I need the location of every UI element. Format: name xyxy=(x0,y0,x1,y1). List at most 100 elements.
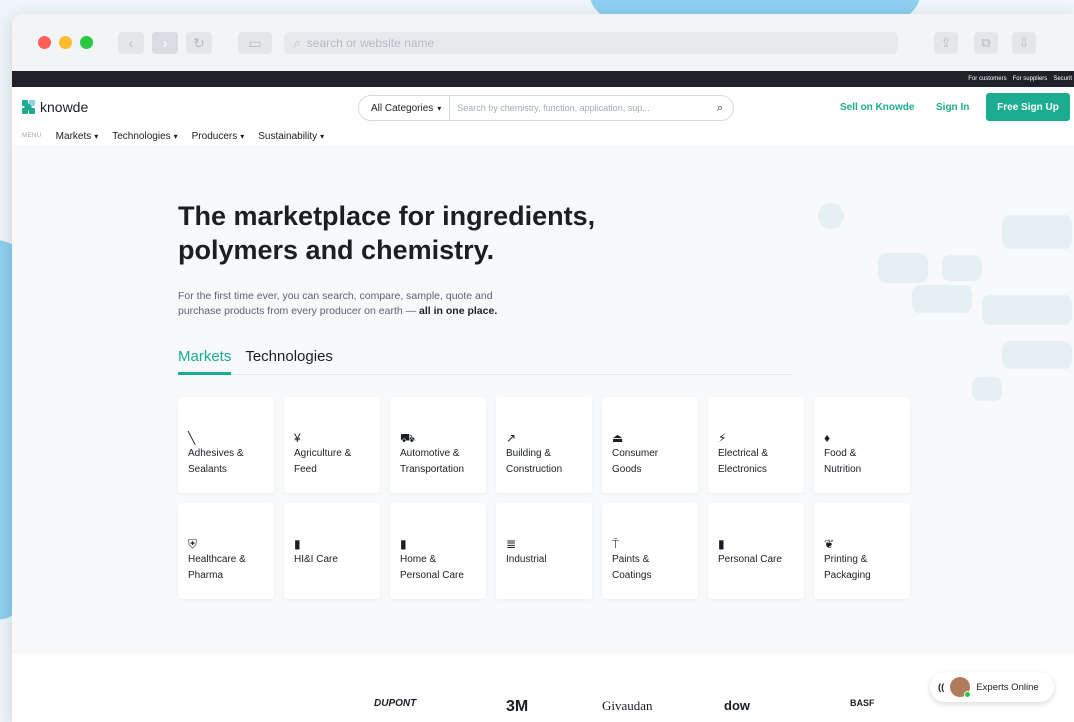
market-card[interactable]: ▮ Home & Personal Care xyxy=(390,503,486,599)
logo-text: knowde xyxy=(40,99,89,115)
paint-roller-icon: ⍑ xyxy=(612,537,620,551)
market-card[interactable]: ≣ Industrial xyxy=(496,503,592,599)
decorative-shape xyxy=(912,285,972,313)
sign-in-link[interactable]: Sign In xyxy=(936,102,969,113)
site-search: All Categories ▾ Search by chemistry, fu… xyxy=(358,95,734,121)
market-card-label: Personal Care xyxy=(400,570,464,581)
tabs-overview-icon[interactable]: ⧉ xyxy=(974,32,998,54)
free-sign-up-button[interactable]: Free Sign Up xyxy=(986,93,1070,121)
minimize-window-button[interactable] xyxy=(59,36,72,49)
chevron-down-icon: ▾ xyxy=(240,131,245,141)
market-card-label: Goods xyxy=(612,464,642,475)
download-icon[interactable]: ⇩ xyxy=(1012,32,1036,54)
market-card-label: Construction xyxy=(506,464,563,475)
close-window-button[interactable] xyxy=(38,36,51,49)
sidebar-toggle-icon[interactable]: ▭ xyxy=(238,32,272,54)
reload-icon[interactable]: ↻ xyxy=(186,32,212,54)
chevron-down-icon: ▾ xyxy=(94,131,99,141)
utility-link-suppliers[interactable]: For suppliers xyxy=(1013,76,1048,82)
share-icon[interactable]: ⇪ xyxy=(934,32,958,54)
online-status-dot xyxy=(964,691,972,698)
market-card[interactable]: ❦ Printing & Packaging xyxy=(814,503,910,599)
nav-item-technologies[interactable]: Technologies ▾ xyxy=(112,131,177,142)
market-card[interactable]: ♦ Food & Nutrition xyxy=(814,397,910,493)
lightning-icon: ⚡ xyxy=(718,431,727,445)
market-card-label: Electronics xyxy=(718,464,767,475)
nav-item-markets[interactable]: Markets ▾ xyxy=(56,131,99,142)
decorative-shape xyxy=(878,253,928,283)
shield-icon: ⛨ xyxy=(188,537,198,551)
decorative-shape xyxy=(1002,341,1072,369)
market-card-label: Agriculture & xyxy=(294,448,352,459)
browser-toolbar: ‹ › ↻ ▭ ⌕ search or website name ⇪ ⧉ ⇩ xyxy=(12,14,1074,71)
utility-link-security[interactable]: Securit xyxy=(1053,76,1072,82)
market-card-label: Nutrition xyxy=(824,464,862,475)
market-card-label: Sealants xyxy=(188,464,227,475)
brand-logo-basf: BASF xyxy=(850,698,875,708)
market-card-label: Home & xyxy=(400,554,437,565)
search-input[interactable]: Search by chemistry, function, applicati… xyxy=(450,103,707,113)
market-card[interactable]: ↗ Building & Construction xyxy=(496,397,592,493)
market-card[interactable]: ╲ Adhesives & Sealants xyxy=(178,397,274,493)
market-card[interactable]: ⛨ Healthcare & Pharma xyxy=(178,503,274,599)
market-card[interactable]: ⛟ Automotive & Transportation xyxy=(390,397,486,493)
market-grid: ╲ Adhesives & Sealants ¥ Agriculture & Feed ⛟ A… xyxy=(178,397,910,599)
site-logo[interactable]: knowde xyxy=(22,99,88,115)
market-card[interactable]: ⚡ Electrical & Electronics xyxy=(708,397,804,493)
menu-label: MENU xyxy=(22,133,42,139)
market-card-label: Coatings xyxy=(612,570,652,581)
category-select[interactable]: All Categories ▾ xyxy=(359,96,451,120)
experts-online-widget[interactable]: (( Experts Online xyxy=(930,672,1054,702)
nav-item-sustainability[interactable]: Sustainability ▾ xyxy=(258,131,324,142)
sell-on-knowde-link[interactable]: Sell on Knowde xyxy=(840,102,914,113)
market-card[interactable]: ¥ Agriculture & Feed xyxy=(284,397,380,493)
market-card[interactable]: ▮ HI&I Care xyxy=(284,503,380,599)
market-card-label: Packaging xyxy=(824,570,871,581)
adhesive-icon: ╲ xyxy=(188,431,196,445)
hero-title: The marketplace for ingredients, polymer… xyxy=(178,199,698,267)
chevron-down-icon: ▾ xyxy=(437,103,442,113)
address-bar[interactable]: ⌕ search or website name xyxy=(284,32,898,54)
tab-technologies[interactable]: Technologies xyxy=(245,345,333,375)
market-card[interactable]: ⍑ Paints & Coatings xyxy=(602,503,698,599)
hero-title-line: polymers and chemistry. xyxy=(178,235,495,265)
hero-title-line: The marketplace for ingredients, xyxy=(178,201,596,231)
market-card-label: HI&I Care xyxy=(294,554,338,565)
nav-item-producers[interactable]: Producers ▾ xyxy=(192,131,245,142)
box-icon: ❦ xyxy=(824,537,835,551)
knowde-logo-icon xyxy=(22,100,36,114)
window-controls xyxy=(38,36,93,49)
decorative-shape xyxy=(818,203,844,229)
hammer-icon: ↗ xyxy=(506,431,517,445)
hero-subtitle-line: For the first time ever, you can search,… xyxy=(178,290,493,302)
market-card-label: Electrical & xyxy=(718,448,769,459)
market-card-label: Industrial xyxy=(506,554,547,565)
brand-logo-givaudan: Givaudan xyxy=(602,698,653,713)
utility-link-customers[interactable]: For customers xyxy=(968,76,1006,82)
maximize-window-button[interactable] xyxy=(80,36,93,49)
market-card-label: Building & xyxy=(506,448,552,459)
chevron-down-icon: ▾ xyxy=(320,131,325,141)
hero-section: The marketplace for ingredients, polymer… xyxy=(12,145,1074,722)
back-icon[interactable]: ‹ xyxy=(118,32,144,54)
nav-item-label: Sustainability xyxy=(258,130,318,142)
market-card[interactable]: ⏏ Consumer Goods xyxy=(602,397,698,493)
nav-item-label: Technologies xyxy=(112,130,171,142)
market-card-label: Automotive & xyxy=(400,448,460,459)
carrot-icon: ♦ xyxy=(824,431,831,445)
site-header: knowde All Categories ▾ Search by chemis… xyxy=(12,87,1074,127)
market-card-label: Feed xyxy=(294,464,317,475)
market-card-label: Food & xyxy=(824,448,857,459)
tab-markets[interactable]: Markets xyxy=(178,345,232,375)
barrel-icon: ≣ xyxy=(506,537,517,551)
category-select-value: All Categories xyxy=(371,102,434,114)
hero-subtitle: For the first time ever, you can search,… xyxy=(178,289,578,319)
car-icon: ⛟ xyxy=(400,431,416,445)
search-submit-icon[interactable]: ⌕ xyxy=(707,102,733,115)
browser-window: ‹ › ↻ ▭ ⌕ search or website name ⇪ ⧉ ⇩ F… xyxy=(12,14,1074,722)
address-placeholder: search or website name xyxy=(306,36,435,50)
hero-subtitle-line: purchase products from every producer on… xyxy=(178,305,417,317)
market-card[interactable]: ▮ Personal Care xyxy=(708,503,804,599)
forward-icon[interactable]: › xyxy=(152,32,178,54)
category-tabs: Markets Technologies xyxy=(178,345,792,375)
